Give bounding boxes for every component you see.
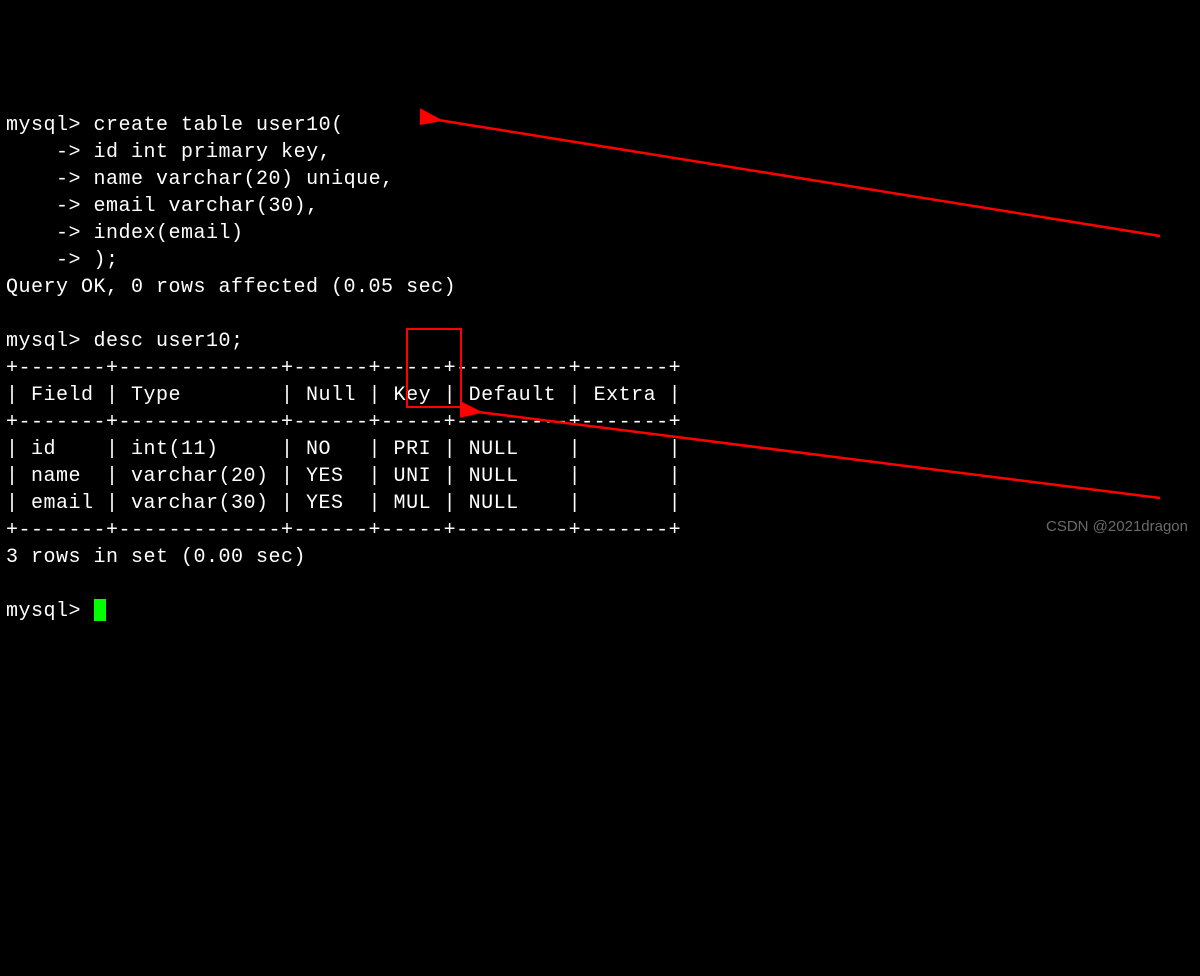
sql-desc-cmd: desc user10; [94,330,244,353]
query-ok-result: Query OK, 0 rows affected (0.05 sec) [6,276,456,299]
table-row: | name | varchar(20) | YES | UNI | NULL … [6,465,681,488]
continuation-prompt: -> [6,249,81,272]
sql-create-line6: ); [94,249,119,272]
rows-in-set: 3 rows in set (0.00 sec) [6,546,306,569]
table-separator: +-------+-------------+------+-----+----… [6,357,681,380]
continuation-prompt: -> [6,141,81,164]
continuation-prompt: -> [6,222,81,245]
table-separator: +-------+-------------+------+-----+----… [6,519,681,542]
table-separator: +-------+-------------+------+-----+----… [6,411,681,434]
table-row: | id | int(11) | NO | PRI | NULL | | [6,438,681,461]
sql-create-line3: name varchar(20) unique, [94,168,394,191]
continuation-prompt: -> [6,195,81,218]
mysql-prompt: mysql> [6,114,81,137]
table-row: | email | varchar(30) | YES | MUL | NULL… [6,492,681,515]
sql-create-line1: create table user10( [94,114,344,137]
sql-create-line5: index(email) [94,222,244,245]
mysql-prompt: mysql> [6,330,81,353]
cursor-block[interactable] [94,599,106,621]
continuation-prompt: -> [6,168,81,191]
table-header: | Field | Type | Null | Key | Default | … [6,384,681,407]
mysql-prompt: mysql> [6,600,81,623]
sql-create-line2: id int primary key, [94,141,332,164]
terminal-output: mysql> create table user10( -> id int pr… [6,112,1194,625]
sql-create-line4: email varchar(30), [94,195,319,218]
